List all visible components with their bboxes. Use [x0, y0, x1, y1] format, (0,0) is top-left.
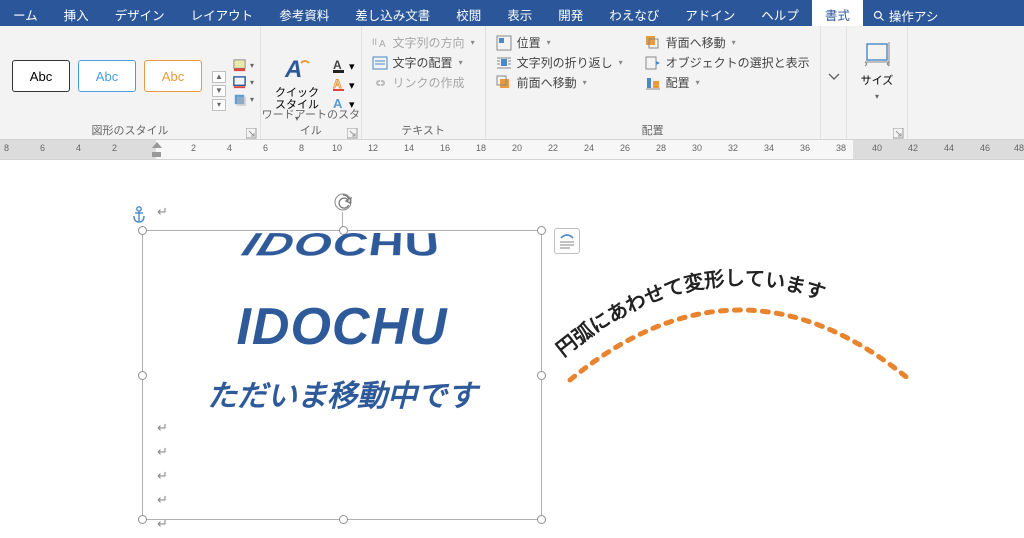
- text-direction-button[interactable]: IIA 文字列の方向▾: [372, 34, 475, 51]
- wrap-text-button[interactable]: 文字列の折り返し▾: [496, 54, 623, 71]
- resize-handle-w[interactable]: [138, 371, 147, 380]
- tab-format[interactable]: 書式: [812, 0, 863, 26]
- group-text: IIA 文字列の方向▾ 文字の配置▾ リンクの作成 テキスト: [362, 26, 486, 139]
- gallery-more-icon[interactable]: ▾: [212, 99, 226, 111]
- svg-text:A: A: [284, 56, 302, 83]
- tab-design[interactable]: デザイン: [102, 0, 178, 26]
- size-launcher[interactable]: [893, 126, 904, 137]
- rotate-handle[interactable]: [333, 192, 353, 212]
- shape-effects-icon: [232, 92, 247, 107]
- send-backward-button[interactable]: 背面へ移動▾: [645, 34, 810, 51]
- resize-handle-s[interactable]: [339, 515, 348, 524]
- gallery-down-icon[interactable]: ▼: [212, 85, 226, 97]
- text-fill-icon: A: [331, 58, 347, 74]
- tell-me-label: 操作アシ: [889, 6, 939, 25]
- wordart-launcher[interactable]: [347, 126, 358, 137]
- tab-developer[interactable]: 開発: [545, 0, 596, 26]
- size-button[interactable]: サイズ ▾: [853, 30, 902, 101]
- align-icon: [645, 75, 661, 91]
- arc-text: 円弧にあわせて変形しています: [553, 267, 829, 361]
- gallery-scroll[interactable]: ▲ ▼ ▾: [212, 58, 226, 123]
- style-thumb-2[interactable]: Abc: [78, 60, 136, 92]
- position-icon: [496, 35, 512, 51]
- create-link-button[interactable]: リンクの作成: [372, 74, 475, 91]
- resize-handle-nw[interactable]: [138, 226, 147, 235]
- tab-references[interactable]: 参考資料: [266, 0, 342, 26]
- tab-insert[interactable]: 挿入: [51, 0, 102, 26]
- group-collapse[interactable]: [821, 26, 847, 139]
- svg-text:A: A: [333, 77, 342, 91]
- horizontal-ruler[interactable]: 8 6 4 2 2 4 6 8 10 12 14 16 18 20 22 24 …: [0, 140, 1024, 160]
- send-backward-icon: [645, 35, 661, 51]
- resize-handle-se[interactable]: [537, 515, 546, 524]
- tell-me-search[interactable]: 操作アシ: [863, 0, 949, 26]
- shape-outline-icon: [232, 75, 247, 90]
- shape-fill-icon: [232, 58, 247, 73]
- shape-outline-button[interactable]: ▾: [232, 75, 254, 90]
- bring-forward-button[interactable]: 前面へ移動▾: [496, 74, 623, 91]
- wordart-text-top[interactable]: IDOCHU: [236, 227, 448, 264]
- text-align-button[interactable]: 文字の配置▾: [372, 54, 475, 71]
- text-outline-button[interactable]: A▾: [331, 77, 355, 93]
- style-thumb-1[interactable]: Abc: [12, 60, 70, 92]
- group-arrange: 位置▾ 文字列の折り返し▾ 前面へ移動▾ 背面へ移動▾ オブ: [486, 26, 821, 139]
- selection-pane-button[interactable]: オブジェクトの選択と表示: [645, 54, 810, 71]
- gallery-up-icon[interactable]: ▲: [212, 71, 226, 83]
- wrap-text-icon: [496, 55, 512, 71]
- group-wordart-styles: A クイック スタイル ▾ A▾ A▾ A▾ ワードアートのスタイル: [261, 26, 362, 139]
- position-button[interactable]: 位置▾: [496, 34, 623, 51]
- selection-pane-icon: [645, 55, 661, 71]
- tab-mailings[interactable]: 差し込み文書: [342, 0, 443, 26]
- svg-text:A: A: [333, 58, 342, 72]
- group-label-arrange: 配置: [486, 122, 820, 138]
- wordart-text-bottom[interactable]: ただいま移動中です: [207, 371, 477, 415]
- first-line-indent-marker[interactable]: [152, 142, 162, 148]
- text-direction-icon: IIA: [372, 35, 388, 51]
- search-icon: [873, 10, 885, 22]
- svg-text:A: A: [379, 39, 386, 50]
- text-fill-button[interactable]: A▾: [331, 58, 355, 74]
- wordart-icon: A: [281, 53, 313, 85]
- resize-handle-sw[interactable]: [138, 515, 147, 524]
- shape-styles-launcher[interactable]: [246, 126, 257, 137]
- tab-waenabi[interactable]: わえなび: [596, 0, 672, 26]
- collapse-icon: [827, 70, 841, 84]
- selected-wordart-box[interactable]: IDOCHU IDOCHU ただいま移動中です: [142, 230, 542, 520]
- menu-bar: ーム 挿入 デザイン レイアウト 参考資料 差し込み文書 校閲 表示 開発 わえ…: [0, 0, 1024, 26]
- arc-wordart[interactable]: 円弧にあわせて変形しています: [540, 220, 940, 470]
- text-align-icon: [372, 55, 388, 71]
- text-outline-icon: A: [331, 77, 347, 93]
- ribbon: Abc Abc Abc ▲ ▼ ▾ ▾ ▾ ▾ 図形のスタイル A クイック ス…: [0, 26, 1024, 140]
- anchor-icon: [131, 206, 147, 224]
- group-label-shape-styles: 図形のスタイル: [0, 122, 260, 138]
- tab-layout[interactable]: レイアウト: [178, 0, 267, 26]
- size-icon: [863, 40, 891, 68]
- tab-addins[interactable]: アドイン: [672, 0, 748, 26]
- group-size: サイズ ▾: [847, 26, 909, 139]
- hanging-indent-marker[interactable]: [152, 152, 161, 157]
- para-mark: ↵: [157, 204, 168, 220]
- group-label-text: テキスト: [362, 122, 485, 138]
- bring-forward-icon: [496, 75, 512, 91]
- style-thumb-3[interactable]: Abc: [144, 60, 202, 92]
- group-shape-styles: Abc Abc Abc ▲ ▼ ▾ ▾ ▾ ▾ 図形のスタイル: [0, 26, 261, 139]
- document-canvas[interactable]: ↵ ↵ ↵ ↵ ↵ ↵ IDOCHU IDOCHU ただいま移動中です 円弧にあ…: [0, 160, 1024, 538]
- link-icon: [372, 75, 388, 91]
- shape-style-gallery[interactable]: Abc Abc Abc: [6, 30, 208, 123]
- svg-text:II: II: [372, 37, 377, 47]
- shape-fill-button[interactable]: ▾: [232, 58, 254, 73]
- tab-view[interactable]: 表示: [494, 0, 545, 26]
- tab-help[interactable]: ヘルプ: [748, 0, 812, 26]
- tab-review[interactable]: 校閲: [443, 0, 494, 26]
- tab-home[interactable]: ーム: [0, 0, 51, 26]
- wordart-text-mid[interactable]: IDOCHU: [236, 297, 447, 357]
- shape-effects-button[interactable]: ▾: [232, 92, 254, 107]
- align-button[interactable]: 配置▾: [645, 74, 810, 91]
